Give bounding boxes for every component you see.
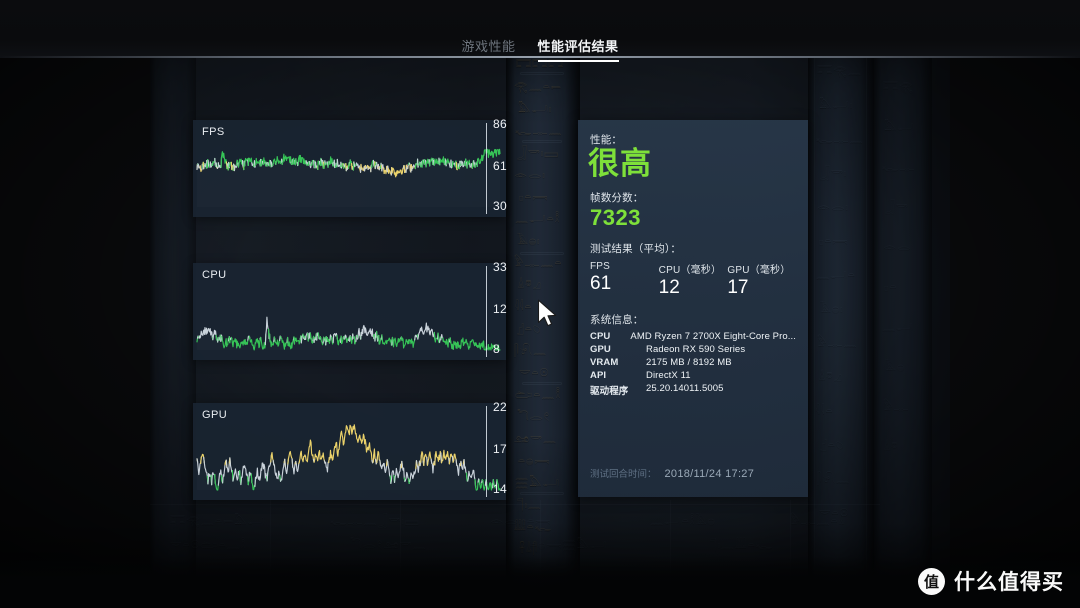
- average-cell-fps: FPS 61: [590, 261, 659, 300]
- average-value-gpu: 17: [727, 276, 749, 298]
- system-info-row-cpu: CPU AMD Ryzen 7 2700X Eight-Core Pro...: [590, 331, 796, 342]
- axis-label-fps-bottom: 30: [493, 199, 507, 213]
- watermark-text: 什么值得买: [954, 571, 1064, 594]
- system-info-row-vram: VRAM 2175 MB / 8192 MB: [590, 357, 796, 368]
- average-caption-gpu: GPU（毫秒）: [727, 264, 791, 276]
- average-value-cpu: 12: [658, 276, 680, 298]
- chart-title-fps: FPS: [202, 126, 225, 138]
- chart-axis-cpu: 33 12 8: [486, 260, 522, 360]
- axis-line-gpu: [486, 406, 487, 497]
- system-info-row-driver: 驱动程序 25.20.14011.5005: [590, 383, 796, 397]
- system-info-row-api: API DirectX 11: [590, 370, 796, 381]
- system-info-key-driver: 驱动程序: [590, 385, 629, 397]
- axis-label-fps-mid: 61: [493, 159, 507, 173]
- result-panel: 性能： 很高 帧数分数： 7323 测试结果（平均）： FPS 61 CPU（毫…: [578, 120, 808, 497]
- chart-panel-gpu: GPU: [193, 403, 506, 500]
- average-caption-fps: FPS: [590, 260, 611, 272]
- chart-axis-fps: 86 61 30: [486, 117, 522, 217]
- mouse-cursor: [537, 299, 557, 327]
- score-label: 帧数分数：: [590, 191, 644, 204]
- average-cell-cpu: CPU（毫秒） 12: [659, 261, 728, 300]
- score-value: 7323: [590, 204, 641, 230]
- axis-label-cpu-bottom: 8: [493, 342, 500, 356]
- average-value-fps: 61: [590, 272, 612, 294]
- system-info-value-api: DirectX 11: [646, 369, 691, 381]
- chart-graph-cpu: [196, 316, 501, 351]
- watermark-logo-icon: 值: [918, 567, 945, 595]
- system-info-value-gpu: Radeon RX 590 Series: [646, 343, 746, 355]
- axis-label-gpu-bottom: 14: [493, 482, 507, 496]
- nav-tabs: 游戏性能 性能评估结果: [0, 36, 1080, 62]
- axis-label-cpu-top: 33: [493, 260, 507, 274]
- system-info-key-cpu: CPU: [590, 330, 611, 342]
- system-info-key-gpu: GPU: [590, 343, 611, 355]
- average-cell-gpu: GPU（毫秒） 17: [727, 261, 796, 300]
- timestamp-row: 测试回合时间： 2018/11/24 17:27: [590, 466, 754, 480]
- axis-label-gpu-top: 22: [493, 400, 507, 414]
- axis-line-cpu: [486, 266, 487, 357]
- system-info-row-gpu: GPU Radeon RX 590 Series: [590, 344, 796, 355]
- axis-label-fps-top: 86: [493, 117, 507, 131]
- watermark: 值 什么值得买: [918, 566, 1064, 596]
- average-caption-cpu: CPU（毫秒）: [658, 264, 722, 276]
- system-info-label: 系统信息：: [590, 313, 644, 326]
- tab-performance-result[interactable]: 性能评估结果: [537, 36, 619, 62]
- system-info-list: CPU AMD Ryzen 7 2700X Eight-Core Pro... …: [590, 331, 796, 397]
- hieroglyph-column-far-right: 𓉐𓂀 𓅓𓂝 𓆑𓊃 𓃀𓎡 𓁹𓂋 𓊪𓏏 𓈖𓂝 𓄿𓐍 𓅱𓊃 𓏙𓎼: [882, 81, 916, 453]
- axis-label-cpu-mid: 12: [493, 302, 507, 316]
- chart-title-cpu: CPU: [202, 269, 227, 281]
- average-results-row: FPS 61 CPU（毫秒） 12 GPU（毫秒） 17: [590, 261, 796, 300]
- system-info-value-driver: 25.20.14011.5005: [646, 382, 724, 394]
- chart-graph-fps: [196, 148, 501, 178]
- chart-graph-gpu: [196, 424, 501, 491]
- axis-label-gpu-mid: 17: [493, 442, 507, 456]
- chart-panel-cpu: CPU: [193, 263, 506, 360]
- performance-label: 性能：: [590, 134, 623, 146]
- timestamp-label: 测试回合时间：: [590, 469, 657, 480]
- system-info-value-cpu: AMD Ryzen 7 2700X Eight-Core Pro...: [630, 330, 796, 342]
- chart-title-gpu: GPU: [202, 409, 228, 421]
- axis-line-fps: [486, 123, 487, 214]
- performance-rating-value: 很高: [588, 146, 652, 181]
- timestamp-value: 2018/11/24 17:27: [664, 468, 755, 480]
- tab-game-performance[interactable]: 游戏性能: [461, 36, 515, 60]
- system-info-key-api: API: [590, 369, 607, 381]
- average-section-label: 测试结果（平均）：: [590, 242, 682, 255]
- system-info-key-vram: VRAM: [590, 356, 619, 368]
- chart-panel-fps: FPS: [193, 120, 506, 217]
- system-info-value-vram: 2175 MB / 8192 MB: [646, 356, 732, 368]
- chart-axis-gpu: 22 17 14: [486, 400, 522, 500]
